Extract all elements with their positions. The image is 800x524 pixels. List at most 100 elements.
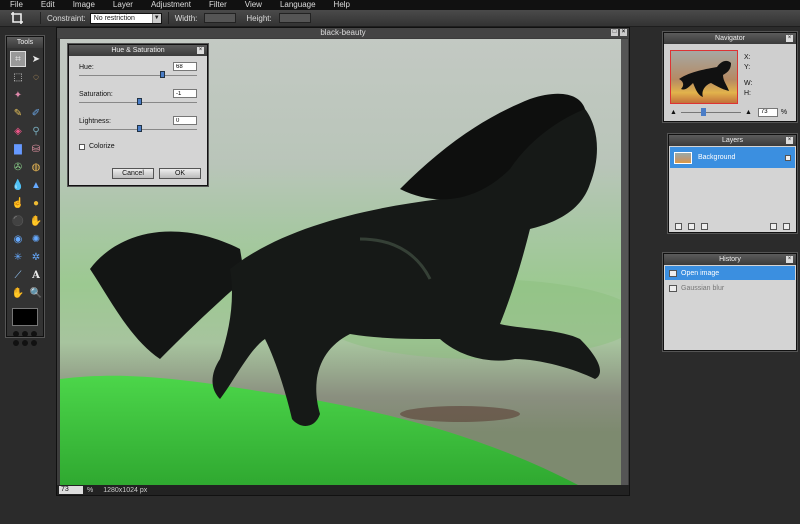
dialog-title-text: Hue & Saturation (111, 47, 165, 54)
y-label: Y: (744, 64, 751, 71)
type-tool-icon[interactable]: A (28, 267, 44, 283)
gradient-icon[interactable]: ▇ (10, 141, 26, 157)
constraint-select[interactable]: No restriction ▼ (89, 12, 162, 24)
hand-tool-icon[interactable]: ✋ (10, 285, 26, 301)
blur-icon[interactable]: 💧 (10, 177, 26, 193)
menu-adjustment[interactable]: Adjustment (151, 0, 191, 10)
preset-dot[interactable] (13, 340, 19, 346)
lock-icon[interactable] (785, 154, 791, 161)
maximize-icon[interactable]: □ (611, 29, 618, 36)
menu-file[interactable]: File (10, 0, 23, 10)
eraser-icon[interactable]: ◈ (10, 123, 26, 139)
chevron-down-icon[interactable]: ▼ (151, 13, 161, 23)
menu-language[interactable]: Language (280, 0, 316, 10)
zoom-in-icon[interactable]: ▲ (745, 109, 752, 116)
navigator-panel: Navigator × X: Y: W: H: ▲ ▲ % (663, 32, 797, 122)
layers-title-text: Layers (721, 137, 743, 144)
cancel-button[interactable]: Cancel (112, 168, 154, 179)
constraint-label: Constraint: (47, 13, 86, 23)
history-item[interactable]: Open image (665, 266, 795, 280)
history-title-text: History (719, 256, 741, 263)
clone-stamp-icon[interactable]: ✇ (10, 159, 26, 175)
vertical-scrollbar[interactable] (621, 39, 628, 486)
saturation-input[interactable] (173, 89, 197, 98)
height-input[interactable] (278, 13, 311, 23)
preset-dot[interactable] (22, 331, 28, 337)
zoom-slider[interactable] (680, 107, 741, 116)
sharpen-icon[interactable]: ▲ (28, 177, 44, 193)
move-tool-icon[interactable]: ➤ (28, 51, 44, 67)
close-icon[interactable]: × (786, 35, 793, 42)
slider-knob[interactable] (137, 98, 142, 105)
ok-button[interactable]: OK (159, 168, 201, 179)
replace-color-icon[interactable]: ⚲ (28, 123, 44, 139)
navigator-thumbnail[interactable] (670, 50, 738, 104)
lightness-input[interactable] (173, 116, 197, 125)
hue-row: Hue: (69, 56, 207, 83)
menu-edit[interactable]: Edit (41, 0, 55, 10)
marquee-tool-icon[interactable]: ⬚ (10, 69, 26, 85)
crop-icon (11, 12, 23, 24)
hue-slider[interactable] (79, 71, 197, 78)
menu-help[interactable]: Help (334, 0, 350, 10)
preset-dot[interactable] (31, 331, 37, 337)
color-swatch[interactable] (12, 308, 38, 326)
zoom-tool-icon[interactable]: 🔍 (28, 285, 44, 301)
red-eye-icon[interactable]: ◉ (10, 231, 26, 247)
menu-filter[interactable]: Filter (209, 0, 227, 10)
brush-icon[interactable]: ✐ (28, 105, 44, 121)
h-label: H: (744, 90, 751, 97)
menu-image[interactable]: Image (73, 0, 95, 10)
paint-bucket-icon[interactable]: ⛁ (28, 141, 44, 157)
color-replace-icon[interactable]: ◍ (28, 159, 44, 175)
close-icon[interactable]: × (786, 137, 793, 144)
spot-heal-icon[interactable]: ✺ (28, 231, 44, 247)
layer-mask-icon[interactable] (688, 222, 695, 230)
slider-knob[interactable] (160, 71, 165, 78)
pencil-icon[interactable]: ✎ (10, 105, 26, 121)
saturation-label: Saturation: (79, 91, 113, 98)
lasso-tool-icon[interactable]: ◌ (28, 69, 44, 85)
zoom-out-icon[interactable]: ▲ (670, 109, 677, 116)
width-label: Width: (174, 13, 198, 23)
menu-bar: File Edit Image Layer Adjustment Filter … (0, 0, 800, 10)
smudge-icon[interactable]: ☝ (10, 195, 26, 211)
lightness-slider[interactable] (79, 125, 197, 132)
layer-row[interactable]: Background (670, 147, 795, 168)
close-icon[interactable]: × (620, 29, 627, 36)
saturation-slider[interactable] (79, 98, 197, 105)
delete-layer-icon[interactable] (783, 222, 790, 230)
history-item[interactable]: Gaussian blur (665, 281, 795, 295)
close-icon[interactable]: × (197, 47, 204, 54)
magic-wand-icon[interactable]: ✦ (10, 87, 26, 103)
layer-folder-icon[interactable] (701, 222, 708, 230)
bloat-icon[interactable]: ✳ (10, 249, 26, 265)
pinch-icon[interactable]: ✲ (28, 249, 44, 265)
preset-dot[interactable] (31, 340, 37, 346)
burn-icon[interactable]: ✋ (28, 213, 44, 229)
close-icon[interactable]: × (786, 256, 793, 263)
preset-dot[interactable] (13, 331, 19, 337)
crop-tool-icon[interactable]: ⌗ (10, 51, 26, 67)
hue-input[interactable] (173, 62, 197, 71)
colorize-checkbox[interactable] (79, 143, 85, 150)
new-layer-icon[interactable] (770, 222, 777, 230)
preset-dot[interactable] (22, 340, 28, 346)
menu-layer[interactable]: Layer (113, 0, 133, 10)
colorize-option[interactable]: Colorize (69, 137, 207, 156)
layers-footer (669, 220, 796, 232)
navigator-zoom: ▲ ▲ % (670, 107, 790, 117)
sponge-icon[interactable]: ● (28, 195, 44, 211)
zoom-field[interactable]: 73 (59, 486, 83, 494)
slider-knob[interactable] (137, 125, 142, 132)
navigator-zoom-input[interactable] (757, 107, 778, 117)
document-title: black-beauty (320, 28, 366, 37)
color-picker-icon[interactable]: ⟋ (10, 267, 26, 283)
layer-style-icon[interactable] (675, 222, 682, 230)
layer-thumbnail (674, 151, 692, 164)
width-input[interactable] (204, 13, 237, 23)
menu-view[interactable]: View (245, 0, 262, 10)
slider-knob[interactable] (700, 107, 706, 116)
dodge-icon[interactable]: ⚫ (10, 213, 26, 229)
dialog-title: Hue & Saturation × (69, 45, 207, 56)
